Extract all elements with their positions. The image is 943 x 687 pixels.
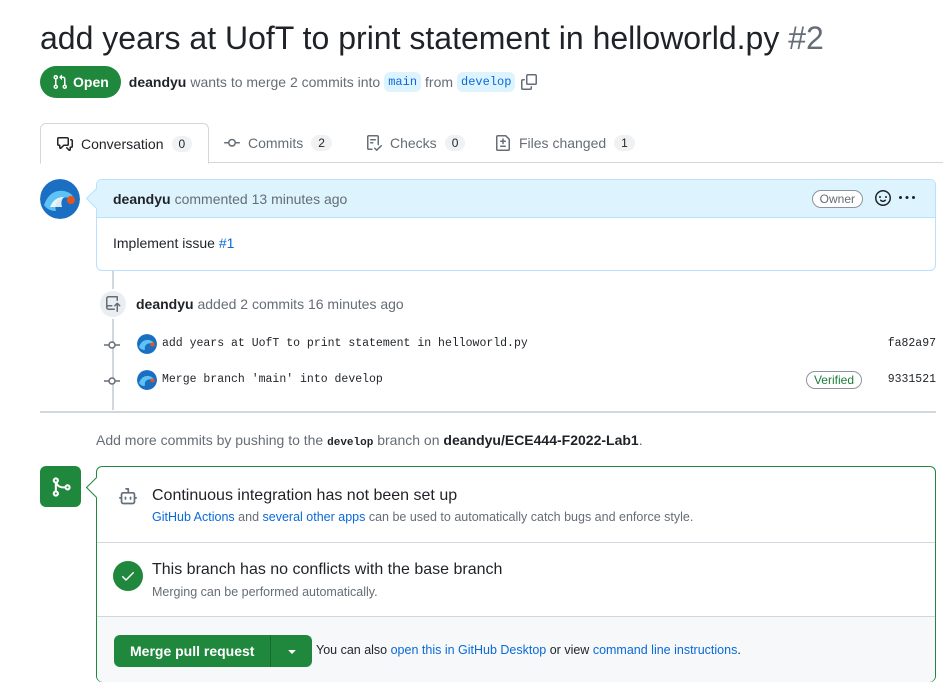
tab-checks-count: 0 [444,135,466,151]
issue-link[interactable]: #1 [219,235,235,251]
tab-conversation-label: Conversation [81,135,164,152]
check-icon [113,561,143,591]
tab-commits[interactable]: Commits 2 [224,123,332,163]
commit-author-avatar[interactable] [137,370,157,390]
comment-box: deandyu commented 13 minutes ago Owner I… [96,179,936,271]
tab-conversation-count: 0 [171,135,193,152]
comment-author-link[interactable]: deandyu [113,191,171,207]
state-label: Open [73,74,109,90]
also-text: You can also open this in GitHub Desktop… [316,643,741,657]
tab-files-changed-label: Files changed [519,135,607,151]
triangle-down-icon [288,650,296,654]
comment-body-text: Implement issue [113,235,215,251]
also-suffix: . [737,643,741,657]
pr-title-text: add years at UofT to print statement in … [40,20,780,56]
git-commit-icon [104,377,120,385]
commit-row: add years at UofT to print statement in … [104,334,940,356]
merge-text: wants to merge 2 commits into [190,74,381,90]
conflicts-section: This branch has no conflicts with the ba… [97,543,935,617]
tab-checks-label: Checks [390,135,437,151]
timeline-divider [40,411,936,413]
ci-subtitle: GitHub Actions and several other apps ca… [152,510,693,524]
file-diff-icon [496,135,510,151]
tab-files-changed[interactable]: Files changed 1 [495,123,635,163]
other-apps-link[interactable]: several other apps [263,510,366,524]
git-merge-icon [40,466,81,507]
git-commit-icon [104,341,120,349]
tab-commits-label: Commits [248,135,304,151]
owner-badge: Owner [811,190,863,208]
repo-push-event-icon [98,289,128,319]
ci-and-text: and [238,510,260,524]
comment-author-avatar[interactable] [40,179,80,219]
base-branch-link[interactable]: main [384,72,422,92]
smiley-icon[interactable] [875,190,891,209]
pr-meta: Open deandyu wants to merge 2 commits in… [40,66,538,98]
open-github-desktop-link[interactable]: open this in GitHub Desktop [391,643,547,657]
kebab-horizontal-icon[interactable] [899,190,915,209]
ci-section: Continuous integration has not been set … [97,467,935,543]
from-text: from [425,74,454,90]
commit-message-link[interactable]: add years at UofT to print statement in … [162,337,528,350]
pr-author-link[interactable]: deandyu [129,74,187,90]
push-hint-middle: branch on [377,432,440,448]
merge-button-group: Merge pull request [114,635,313,667]
merge-pull-request-button[interactable]: Merge pull request [114,635,272,667]
commits-event-action: added 2 commits 16 minutes ago [197,296,404,312]
tab-checks[interactable]: Checks 0 [366,123,466,163]
state-badge: Open [40,66,121,98]
commits-event-text: deandyu added 2 commits 16 minutes ago [136,296,404,312]
command-line-instructions-link[interactable]: command line instructions [593,643,738,657]
commit-sha-link[interactable]: 9331521 [888,373,936,386]
commit-row: Merge branch 'main' into develop Verifie… [104,370,940,392]
merge-actions-section: Merge pull request You can also open thi… [97,617,935,682]
git-pull-request-icon [53,74,68,90]
copilot-bot-icon [117,486,139,508]
push-hint-repo: deandyu/ECE444-F2022-Lab1 [443,432,639,448]
commit-author-avatar[interactable] [137,334,157,354]
checklist-icon [367,135,382,151]
comment-header: deandyu commented 13 minutes ago Owner [97,180,935,218]
conflict-title: This branch has no conflicts with the ba… [152,561,503,578]
github-actions-link[interactable]: GitHub Actions [152,510,235,524]
verified-badge[interactable]: Verified [805,371,862,389]
comment-timestamp[interactable]: commented 13 minutes ago [175,191,348,207]
copy-icon[interactable] [521,74,538,90]
comment-discussion-icon [57,136,73,151]
ci-suffix-text: can be used to automatically catch bugs … [368,510,694,524]
commit-message-link[interactable]: Merge branch 'main' into develop [162,373,383,386]
head-branch-link[interactable]: develop [457,72,516,92]
pr-number: #2 [788,20,824,56]
push-hint-branch: develop [327,437,374,449]
commit-sha-link[interactable]: fa82a97 [888,337,936,350]
tab-files-changed-count: 1 [614,135,635,151]
also-prefix: You can also [316,643,388,657]
pr-tabs: Conversation 0 Commits 2 Checks 0 Files … [40,123,943,164]
git-commit-icon [224,138,240,147]
conflict-subtitle: Merging can be performed automatically. [152,585,378,599]
tab-conversation[interactable]: Conversation 0 [40,123,210,164]
tab-commits-count: 2 [311,135,332,151]
pr-title: add years at UofT to print statement in … [40,20,824,57]
comment-body: Implement issue #1 [97,218,935,268]
push-hint-prefix: Add more commits by pushing to the [96,432,324,448]
commits-event-author[interactable]: deandyu [136,296,194,312]
push-hint: Add more commits by pushing to the devel… [96,432,643,449]
ci-title: Continuous integration has not been set … [152,487,458,504]
merge-box: Continuous integration has not been set … [96,466,936,682]
push-hint-suffix: . [638,432,643,448]
also-or-text: or view [549,643,590,657]
merge-options-dropdown[interactable] [271,635,313,667]
